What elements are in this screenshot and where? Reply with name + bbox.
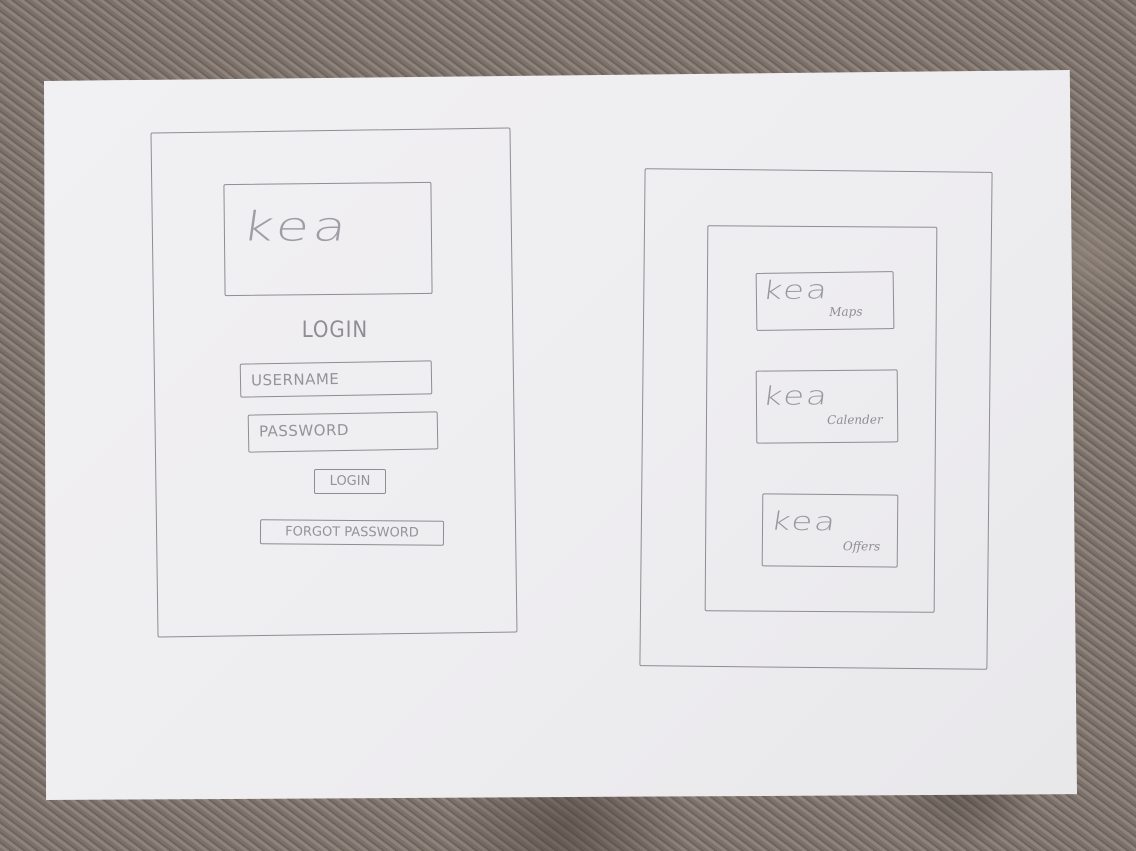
- tile-label-offers: Offers: [842, 539, 881, 554]
- tile-label-calender: Calender: [827, 412, 883, 427]
- tile-brand: kea: [760, 274, 831, 306]
- tile-label-maps: Maps: [829, 304, 863, 319]
- password-field[interactable]: PASSWORD: [247, 411, 439, 453]
- login-button[interactable]: LOGIN: [314, 469, 386, 494]
- login-heading: LOGIN: [301, 318, 369, 343]
- kea-offers-tile[interactable]: kea Offers: [761, 493, 899, 568]
- kea-calender-tile[interactable]: kea Calender: [755, 369, 899, 444]
- tile-brand: kea: [768, 506, 840, 538]
- username-field[interactable]: USERNAME: [239, 360, 433, 398]
- forgot-password-button[interactable]: FORGOT PASSWORD: [259, 519, 445, 546]
- kea-maps-tile[interactable]: kea Maps: [755, 271, 895, 331]
- kea-logo: kea: [239, 203, 354, 251]
- tile-brand: kea: [760, 380, 832, 412]
